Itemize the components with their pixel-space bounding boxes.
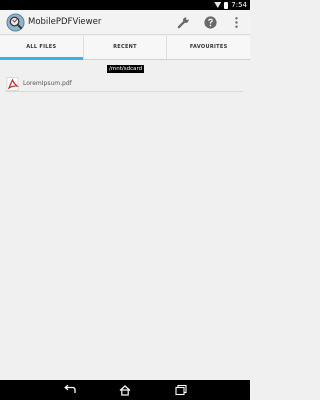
tab-favourites[interactable]: FAVOURITES	[166, 36, 250, 59]
tab-bar: ALL FILES RECENT FAVOURITES	[0, 36, 250, 60]
battery-icon	[224, 1, 229, 9]
home-icon[interactable]	[118, 384, 132, 396]
wrench-icon[interactable]	[176, 15, 191, 30]
app-title: MobilePDFViewer	[28, 17, 102, 27]
overflow-menu-icon[interactable]	[229, 15, 244, 30]
current-path: /mnt/sdcard	[107, 65, 145, 73]
help-icon[interactable]	[203, 15, 218, 30]
status-bar: 7:54	[0, 0, 250, 10]
app-logo-icon[interactable]	[6, 13, 25, 32]
pdf-icon	[6, 77, 19, 91]
tab-all-files[interactable]: ALL FILES	[0, 36, 83, 60]
file-list-item[interactable]: LoremIpsum.pdf	[5, 75, 243, 92]
recents-icon[interactable]	[174, 384, 188, 396]
back-icon[interactable]	[63, 384, 77, 396]
wifi-icon	[214, 2, 222, 8]
navigation-bar	[0, 380, 250, 400]
file-name: LoremIpsum.pdf	[23, 80, 72, 87]
status-time: 7:54	[231, 1, 247, 9]
status-indicators: 7:54	[214, 0, 247, 10]
tab-recent[interactable]: RECENT	[82, 36, 167, 59]
action-bar: MobilePDFViewer	[0, 10, 250, 35]
